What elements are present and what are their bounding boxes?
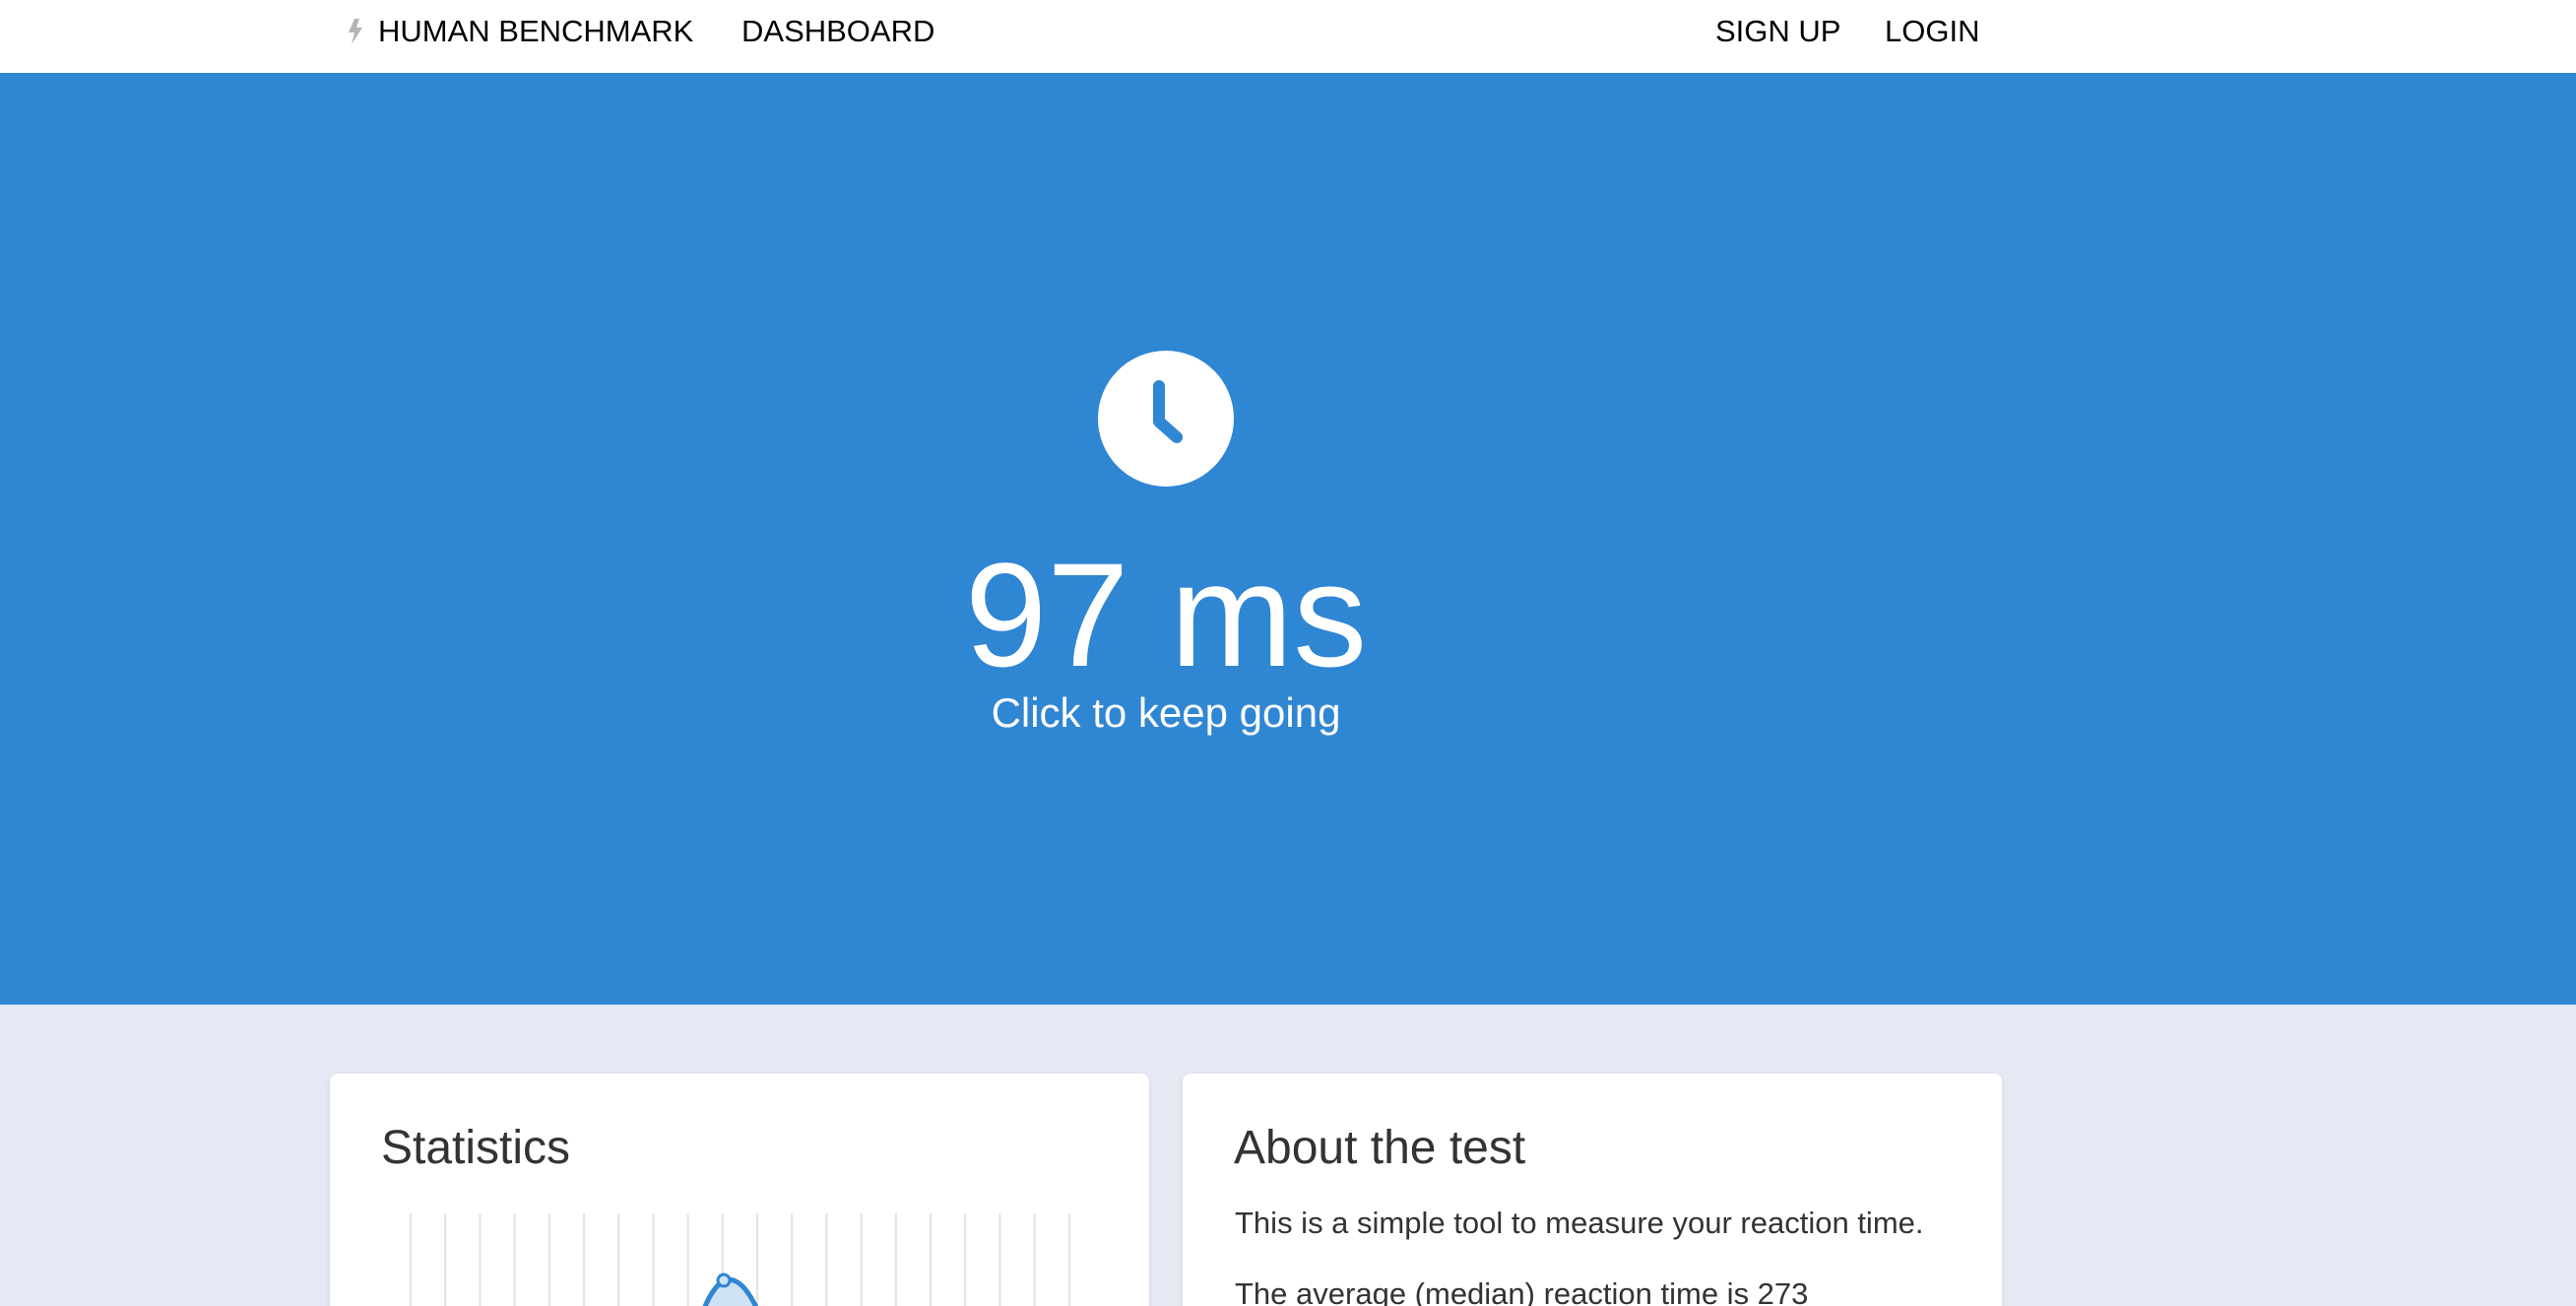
distribution-area <box>702 1276 759 1306</box>
nav-dashboard-link[interactable]: DASHBOARD <box>741 0 934 63</box>
distribution-peak-point <box>716 1273 732 1288</box>
about-paragraph: This is a simple tool to measure your re… <box>1235 1206 1924 1240</box>
clock-icon <box>1098 351 1234 487</box>
lightning-bolt-icon <box>349 19 362 44</box>
nav-signup-link[interactable]: SIGN UP <box>1715 0 1840 63</box>
statistics-card: Statistics <box>330 1074 1149 1306</box>
brand-link[interactable]: HUMAN BENCHMARK <box>347 0 693 63</box>
about-paragraph: The average (median) reaction time is 27… <box>1235 1276 1809 1306</box>
statistics-chart <box>410 1213 1070 1306</box>
result-time: 97 ms <box>964 532 1368 697</box>
about-body: This is a simple tool to measure your re… <box>1235 1202 1924 1306</box>
nav-login-link[interactable]: LOGIN <box>1885 0 1979 63</box>
reaction-test-area[interactable]: 97 ms Click to keep going <box>0 73 2576 1005</box>
continue-hint: Click to keep going <box>991 689 1341 736</box>
about-card: About the test This is a simple tool to … <box>1183 1074 2002 1306</box>
statistics-title: Statistics <box>381 1122 571 1174</box>
about-title: About the test <box>1234 1122 1526 1174</box>
top-navbar: HUMAN BENCHMARK DASHBOARD SIGN UP LOGIN <box>0 0 2576 73</box>
brand-label: HUMAN BENCHMARK <box>378 14 694 48</box>
navbar-inner: HUMAN BENCHMARK DASHBOARD SIGN UP LOGIN <box>347 0 1981 73</box>
